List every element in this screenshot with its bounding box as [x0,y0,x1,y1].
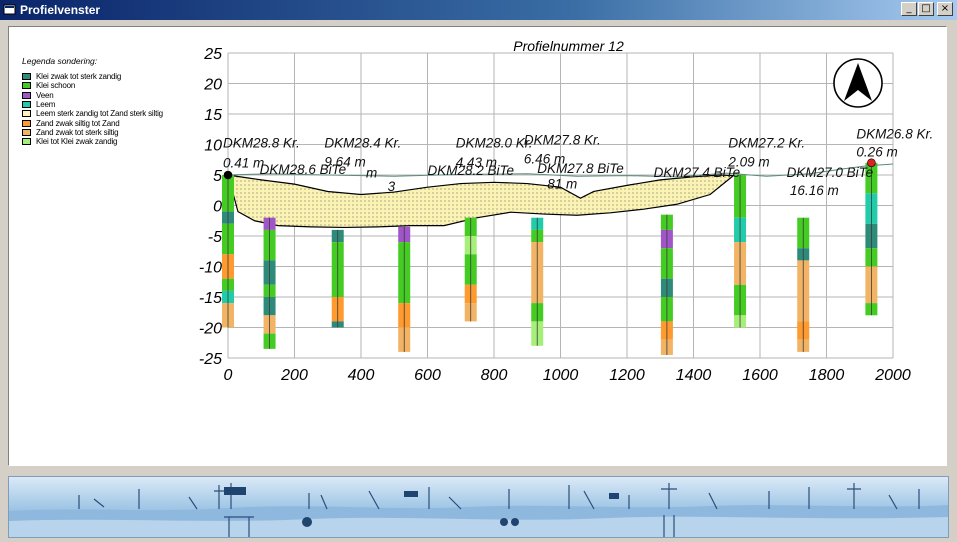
sounding-label: 3 [388,179,396,194]
dkm28-6-column [263,217,276,349]
chart-title: Profielnummer 12 [513,38,624,54]
y-tick-label: 15 [204,107,222,124]
legend-swatch [22,82,31,90]
legend-item: Klei zwak tot sterk zandig [22,72,200,81]
footer-banner [8,476,949,538]
legend-item: Zand zwak tot sterk siltig [22,128,200,137]
sounding-label: DKM28.0 Kr. [456,136,533,151]
legend-item: Leem [22,100,200,109]
legend-swatch [22,91,31,99]
sounding-label: DKM28.4 Kr. [324,136,401,151]
north-arrow-icon [833,58,883,108]
legend-item: Leem sterk zandig tot Zand sterk siltig [22,109,200,118]
dkm28-8-marker [223,170,233,180]
sounding-label: 0.41 m [223,156,264,171]
sounding-label: DKM26.8 Kr. [856,126,933,141]
sounding-label: DKM27.0 BiTe [787,165,874,180]
y-tick-label: 5 [213,168,222,185]
legend-swatch [22,110,31,118]
legend-label: Leem sterk zandig tot Zand sterk siltig [36,109,163,119]
y-tick-label: 20 [203,77,222,94]
legend-swatch [22,119,31,127]
legend-item: Zand zwak siltig tot Zand [22,118,200,128]
dkm27-4-column [660,214,673,355]
y-tick-label: 10 [204,138,222,155]
cross-section-polygon [227,174,736,229]
legend-label: Veen [36,90,54,100]
sounding-label: DKM27.8 Kr. [524,133,601,148]
x-tick-label: 1800 [809,367,845,384]
sounding-label: 16.16 m [790,183,839,198]
x-tick-label: 1400 [676,367,712,384]
legend-item: Klei tot Klei zwak zandig [22,137,200,146]
dkm28-8-column [222,175,234,328]
dkm27-0-column [797,217,810,352]
legend-items: Klei zwak tot sterk zandig Klei schoon Vee… [22,72,200,146]
sounding-label: 2.09 m [727,154,769,169]
sounding-label: 9.64 m [324,154,365,169]
x-tick-label: 0 [224,367,233,384]
y-tick-label: 25 [203,46,222,63]
legend-label: Zand zwak tot sterk siltig [36,127,119,137]
landscape-banner-image [9,483,948,537]
x-tick-label: 200 [280,367,308,384]
sounding-label: 81 m [547,176,577,191]
x-tick-label: 800 [481,367,508,384]
legend-label: Klei zwak tot sterk zandig [36,72,122,82]
x-tick-label: 1000 [543,367,579,384]
legend-label: Klei schoon [36,81,76,91]
dkm28-4-column [331,229,344,328]
sounding-label: DKM27.4 BiTe [654,165,741,180]
legend-swatch [22,73,31,81]
y-tick-label: 0 [213,199,222,216]
sounding-label: DKM27.8 BiTe [537,161,624,176]
legend-swatch [22,128,31,136]
legend-title: Legenda sondering: [22,56,98,66]
sounding-label: m [366,165,377,180]
x-tick-label: 600 [414,367,441,384]
dkm28-2-column [398,226,411,352]
legend: Legenda sondering: Klei zwak tot sterk z… [22,56,200,146]
x-tick-label: 1600 [742,367,778,384]
dkm26-8-column [865,162,878,316]
sounding-label: DKM28.8 Kr. [223,136,300,151]
y-tick-label: -15 [199,290,222,307]
y-tick-label: -10 [199,260,222,277]
dkm27-8-column [531,217,544,346]
legend-swatch [22,138,31,146]
legend-swatch [22,101,31,109]
x-tick-label: 400 [348,367,375,384]
y-tick-label: -5 [208,229,222,246]
dkm28-0-column [464,217,477,322]
y-tick-label: -20 [199,321,222,338]
legend-item: Veen [22,91,200,100]
legend-item: Klei schoon [22,81,200,90]
y-tick-label: -25 [199,351,222,368]
legend-label: Leem [36,100,56,110]
x-tick-label: 1200 [609,367,645,384]
sounding-label: 4.43 m [456,155,497,170]
sounding-label: DKM27.2 Kr. [728,136,805,151]
legend-label: Zand zwak siltig tot Zand [36,118,120,128]
legend-label: Klei tot Klei zwak zandig [36,137,118,147]
sounding-label: 0.26 m [856,145,897,160]
dkm27-2-column [734,175,747,328]
x-tick-label: 2000 [874,367,911,384]
